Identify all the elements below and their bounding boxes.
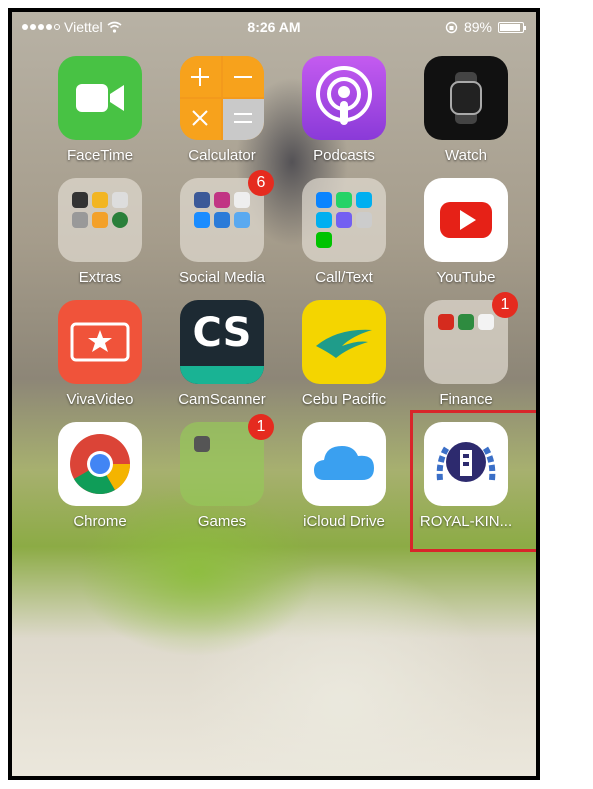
extras-folder-icon bbox=[58, 178, 142, 262]
app-podcasts[interactable]: Podcasts bbox=[294, 56, 394, 164]
app-chrome[interactable]: Chrome bbox=[50, 422, 150, 530]
call-text-folder-icon bbox=[302, 178, 386, 262]
app-facetime[interactable]: FaceTime bbox=[50, 56, 150, 164]
app-label: iCloud Drive bbox=[303, 513, 385, 530]
highlight-box bbox=[410, 410, 536, 552]
app-label: Social Media bbox=[179, 269, 265, 286]
battery-percentage: 89% bbox=[463, 19, 492, 35]
status-bar: Viettel 8:26 AM 89% bbox=[12, 12, 536, 42]
phone-screenshot-frame: Viettel 8:26 AM 89% FaceTime Calculator … bbox=[8, 8, 540, 780]
camscanner-icon: CS bbox=[180, 300, 264, 384]
app-calculator[interactable]: Calculator bbox=[172, 56, 272, 164]
app-label: FaceTime bbox=[66, 147, 134, 164]
app-label: YouTube bbox=[436, 269, 496, 286]
app-label: Calculator bbox=[188, 147, 256, 164]
app-watch[interactable]: Watch bbox=[416, 56, 516, 164]
rotation-lock-icon bbox=[445, 21, 458, 33]
app-youtube[interactable]: YouTube bbox=[416, 178, 516, 286]
chrome-icon bbox=[58, 422, 142, 506]
app-label: Games bbox=[197, 513, 247, 530]
watch-icon bbox=[424, 56, 508, 140]
notification-badge: 1 bbox=[248, 414, 274, 440]
notification-badge: 6 bbox=[248, 170, 274, 196]
app-extras-folder[interactable]: Extras bbox=[50, 178, 150, 286]
notification-badge: 1 bbox=[492, 292, 518, 318]
app-label: Call/Text bbox=[315, 269, 373, 286]
app-label: Watch bbox=[445, 147, 487, 164]
calculator-icon bbox=[180, 56, 264, 140]
app-label: Cebu Pacific bbox=[301, 391, 387, 408]
app-label: CamScanner bbox=[178, 391, 266, 408]
app-label: Chrome bbox=[73, 513, 127, 530]
app-label: VivaVideo bbox=[66, 391, 134, 408]
facetime-icon bbox=[58, 56, 142, 140]
podcasts-icon bbox=[302, 56, 386, 140]
icloud-drive-icon bbox=[302, 422, 386, 506]
app-icloud-drive[interactable]: iCloud Drive bbox=[294, 422, 394, 530]
app-label: Podcasts bbox=[313, 147, 375, 164]
app-games-folder[interactable]: 1 Games bbox=[172, 414, 274, 530]
app-social-media-folder[interactable]: 6 Social Media bbox=[172, 170, 274, 286]
app-finance-folder[interactable]: 1 Finance bbox=[416, 292, 518, 408]
battery-icon bbox=[498, 21, 526, 33]
status-right-group: 89% bbox=[445, 19, 526, 35]
app-call-text-folder[interactable]: Call/Text bbox=[294, 178, 394, 286]
camscanner-logo-text: CS bbox=[192, 310, 252, 356]
cebu-pacific-icon bbox=[302, 300, 386, 384]
app-label: Extras bbox=[78, 269, 122, 286]
app-vivavideo[interactable]: VivaVideo bbox=[50, 300, 150, 408]
app-cebu-pacific[interactable]: Cebu Pacific bbox=[294, 300, 394, 408]
app-label: Finance bbox=[439, 391, 493, 408]
app-camscanner[interactable]: CS CamScanner bbox=[172, 300, 272, 408]
youtube-icon bbox=[424, 178, 508, 262]
vivavideo-icon bbox=[58, 300, 142, 384]
